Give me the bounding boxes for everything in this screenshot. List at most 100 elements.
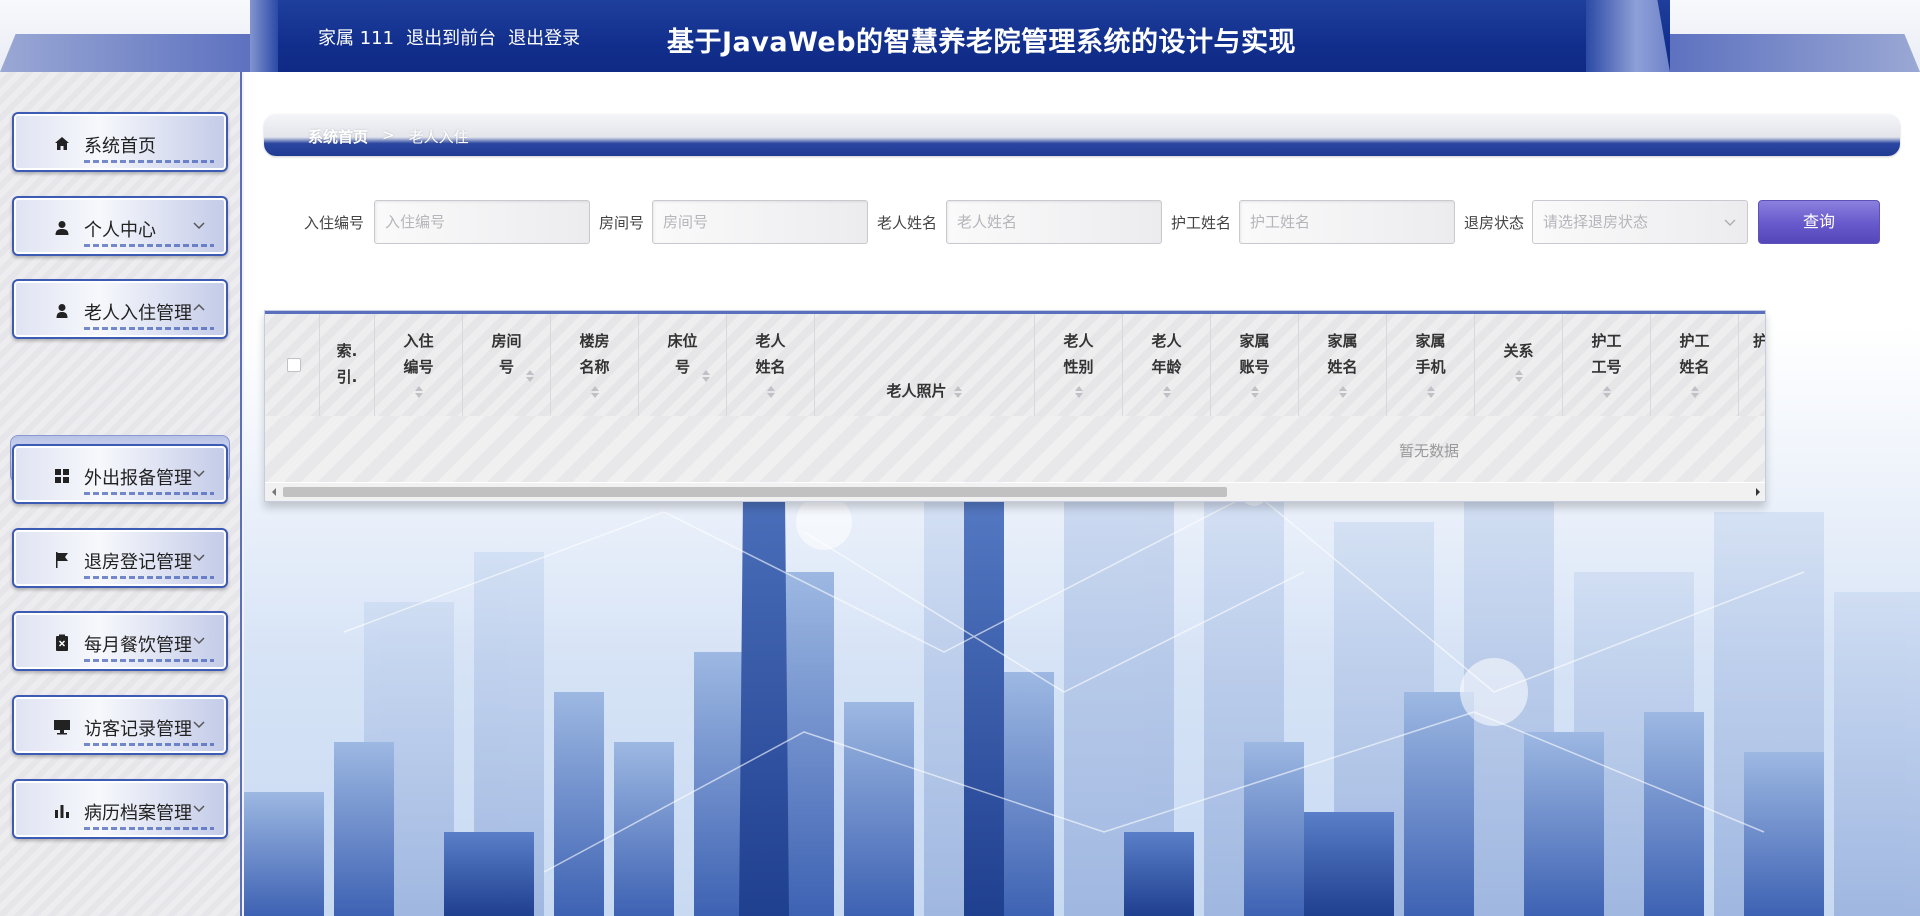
- breadcrumb: 系统首页 > 老人入住: [264, 114, 1900, 156]
- column-header-family-name[interactable]: 家属 姓名: [1299, 314, 1387, 416]
- sort-icon[interactable]: [590, 384, 600, 400]
- user-icon: [55, 221, 69, 235]
- sort-icon[interactable]: [1602, 384, 1612, 400]
- sort-icon[interactable]: [1250, 384, 1260, 400]
- sidebar-item-label: 外出报备管理: [84, 468, 192, 489]
- column-header-nurse-name[interactable]: 护工 姓名: [1651, 314, 1739, 416]
- current-user-label: 家属 111: [318, 28, 395, 49]
- sidebar-item-personal-center[interactable]: 个人中心: [12, 196, 228, 256]
- header-user-links: 家属 111 退出到前台 退出登录: [318, 24, 580, 50]
- back-to-front-link[interactable]: 退出到前台: [406, 24, 496, 50]
- sort-icon[interactable]: [1074, 384, 1084, 400]
- column-header-elder-name[interactable]: 老人 姓名: [727, 314, 815, 416]
- sort-icon[interactable]: [414, 384, 424, 400]
- sidebar-item-label: 访客记录管理: [84, 719, 192, 740]
- column-header-elder-photo[interactable]: 老人照片: [815, 314, 1035, 416]
- sidebar-item-visitor-record-mgmt[interactable]: 访客记录管理: [12, 695, 228, 755]
- home-icon: [55, 137, 69, 150]
- column-header-elder-age[interactable]: 老人 年龄: [1123, 314, 1211, 416]
- header-band-edge-left: [250, 0, 278, 72]
- chevron-down-icon: [193, 222, 205, 230]
- sidebar-item-elder-checkin-mgmt[interactable]: 老人入住管理: [12, 279, 228, 339]
- sort-icon[interactable]: [1514, 368, 1524, 384]
- chevron-down-icon: [193, 721, 205, 729]
- grid-icon: [55, 469, 69, 483]
- column-header-family-phone[interactable]: 家属 手机: [1387, 314, 1475, 416]
- user-icon: [56, 304, 68, 318]
- column-header-building-name[interactable]: 楼房 名称: [551, 314, 639, 416]
- column-header-truncated[interactable]: 护: [1739, 314, 1765, 416]
- monitor-icon: [54, 720, 70, 735]
- scrollbar-thumb[interactable]: [283, 487, 1227, 497]
- chevron-down-icon: [193, 637, 205, 645]
- sort-icon[interactable]: [1338, 384, 1348, 400]
- sort-icon[interactable]: [1162, 384, 1172, 400]
- sidebar-item-label: 老人入住管理: [84, 303, 192, 324]
- header-decoration-left: [0, 34, 260, 72]
- column-header-family-account[interactable]: 家属 账号: [1211, 314, 1299, 416]
- checkout-status-label: 退房状态: [1464, 214, 1525, 232]
- sidebar-item-label: 退房登记管理: [84, 552, 192, 573]
- bar-chart-icon: [55, 805, 69, 818]
- table-header: 索. 引. 入住 编号 房间 号 楼房 名称 床位 号 老人 姓名 老人照片 老…: [265, 314, 1765, 416]
- sidebar-item-outing-report-mgmt[interactable]: 外出报备管理: [12, 444, 228, 504]
- scroll-right-arrow-icon[interactable]: [1753, 487, 1763, 497]
- sidebar-item-label: 系统首页: [84, 136, 156, 157]
- sort-icon[interactable]: [953, 384, 963, 400]
- sidebar-item-label: 每月餐饮管理: [84, 635, 192, 656]
- sort-icon[interactable]: [1690, 384, 1700, 400]
- horizontal-scrollbar[interactable]: [265, 483, 1765, 501]
- breadcrumb-separator: >: [382, 126, 395, 144]
- system-title: 基于JavaWeb的智慧养老院管理系统的设计与实现: [667, 27, 1297, 58]
- sidebar-item-medical-record-mgmt[interactable]: 病历档案管理: [12, 779, 228, 839]
- column-header-relationship[interactable]: 关系: [1475, 314, 1563, 416]
- nurse-name-input[interactable]: [1239, 200, 1455, 244]
- checkin-no-label: 入住编号: [304, 214, 365, 232]
- chevron-down-icon: [193, 470, 205, 478]
- sort-icon[interactable]: [701, 368, 711, 384]
- checkin-table: 索. 引. 入住 编号 房间 号 楼房 名称 床位 号 老人 姓名 老人照片 老…: [264, 310, 1766, 502]
- header-band-edge-right: [1586, 0, 1670, 72]
- sort-icon[interactable]: [1426, 384, 1436, 400]
- scroll-left-arrow-icon[interactable]: [269, 487, 279, 497]
- sort-icon[interactable]: [766, 384, 776, 400]
- column-header-index: 索. 引.: [320, 314, 375, 416]
- logout-link[interactable]: 退出登录: [508, 24, 580, 50]
- column-header-room-no[interactable]: 房间 号: [463, 314, 551, 416]
- column-header-bed-no[interactable]: 床位 号: [639, 314, 727, 416]
- sidebar-item-home[interactable]: 系统首页: [12, 112, 228, 172]
- clipboard-icon: [56, 634, 68, 651]
- elder-name-label: 老人姓名: [877, 214, 938, 232]
- breadcrumb-home-link[interactable]: 系统首页: [308, 126, 368, 147]
- room-no-label: 房间号: [599, 214, 645, 232]
- chevron-down-icon: [193, 805, 205, 813]
- checkout-status-placeholder: 请选择退房状态: [1543, 213, 1649, 231]
- checkout-status-select[interactable]: 请选择退房状态: [1532, 200, 1748, 244]
- flag-icon: [56, 552, 68, 568]
- column-header-checkin-no[interactable]: 入住 编号: [375, 314, 463, 416]
- main-content: 系统首页 > 老人入住 入住编号 房间号 老人姓名 护工姓名 退房状态 请选择退…: [244, 72, 1920, 916]
- column-header-elder-gender[interactable]: 老人 性别: [1035, 314, 1123, 416]
- chevron-down-icon: [1724, 219, 1736, 226]
- sort-icon[interactable]: [525, 368, 535, 384]
- top-header: 家属 111 退出到前台 退出登录 基于JavaWeb的智慧养老院管理系统的设计…: [0, 0, 1920, 72]
- table-body: 暂无数据: [265, 416, 1765, 482]
- breadcrumb-current: 老人入住: [408, 128, 469, 146]
- sidebar-item-checkout-register-mgmt[interactable]: 退房登记管理: [12, 528, 228, 588]
- nurse-name-label: 护工姓名: [1171, 214, 1232, 232]
- select-all-checkbox[interactable]: [287, 358, 301, 372]
- column-header-nurse-id[interactable]: 护工 工号: [1563, 314, 1651, 416]
- room-no-input[interactable]: [652, 200, 868, 244]
- sidebar-item-label: 病历档案管理: [84, 803, 192, 824]
- sidebar-item-label: 个人中心: [84, 220, 156, 241]
- elder-name-input[interactable]: [946, 200, 1162, 244]
- search-form: 入住编号 房间号 老人姓名 护工姓名 退房状态 请选择退房状态 查询: [244, 200, 1920, 244]
- empty-data-text: 暂无数据: [1399, 442, 1460, 460]
- column-header-label: 老人照片: [886, 382, 947, 400]
- select-all-column: [265, 314, 320, 416]
- sidebar-item-monthly-catering-mgmt[interactable]: 每月餐饮管理: [12, 611, 228, 671]
- query-button[interactable]: 查询: [1758, 200, 1880, 244]
- sidebar: 系统首页 个人中心 老人入住管理 老人入住 外出报备管理 退房登记管理 每月餐饮…: [0, 72, 242, 916]
- checkin-no-input[interactable]: [374, 200, 590, 244]
- header-decoration-right: [1660, 34, 1920, 72]
